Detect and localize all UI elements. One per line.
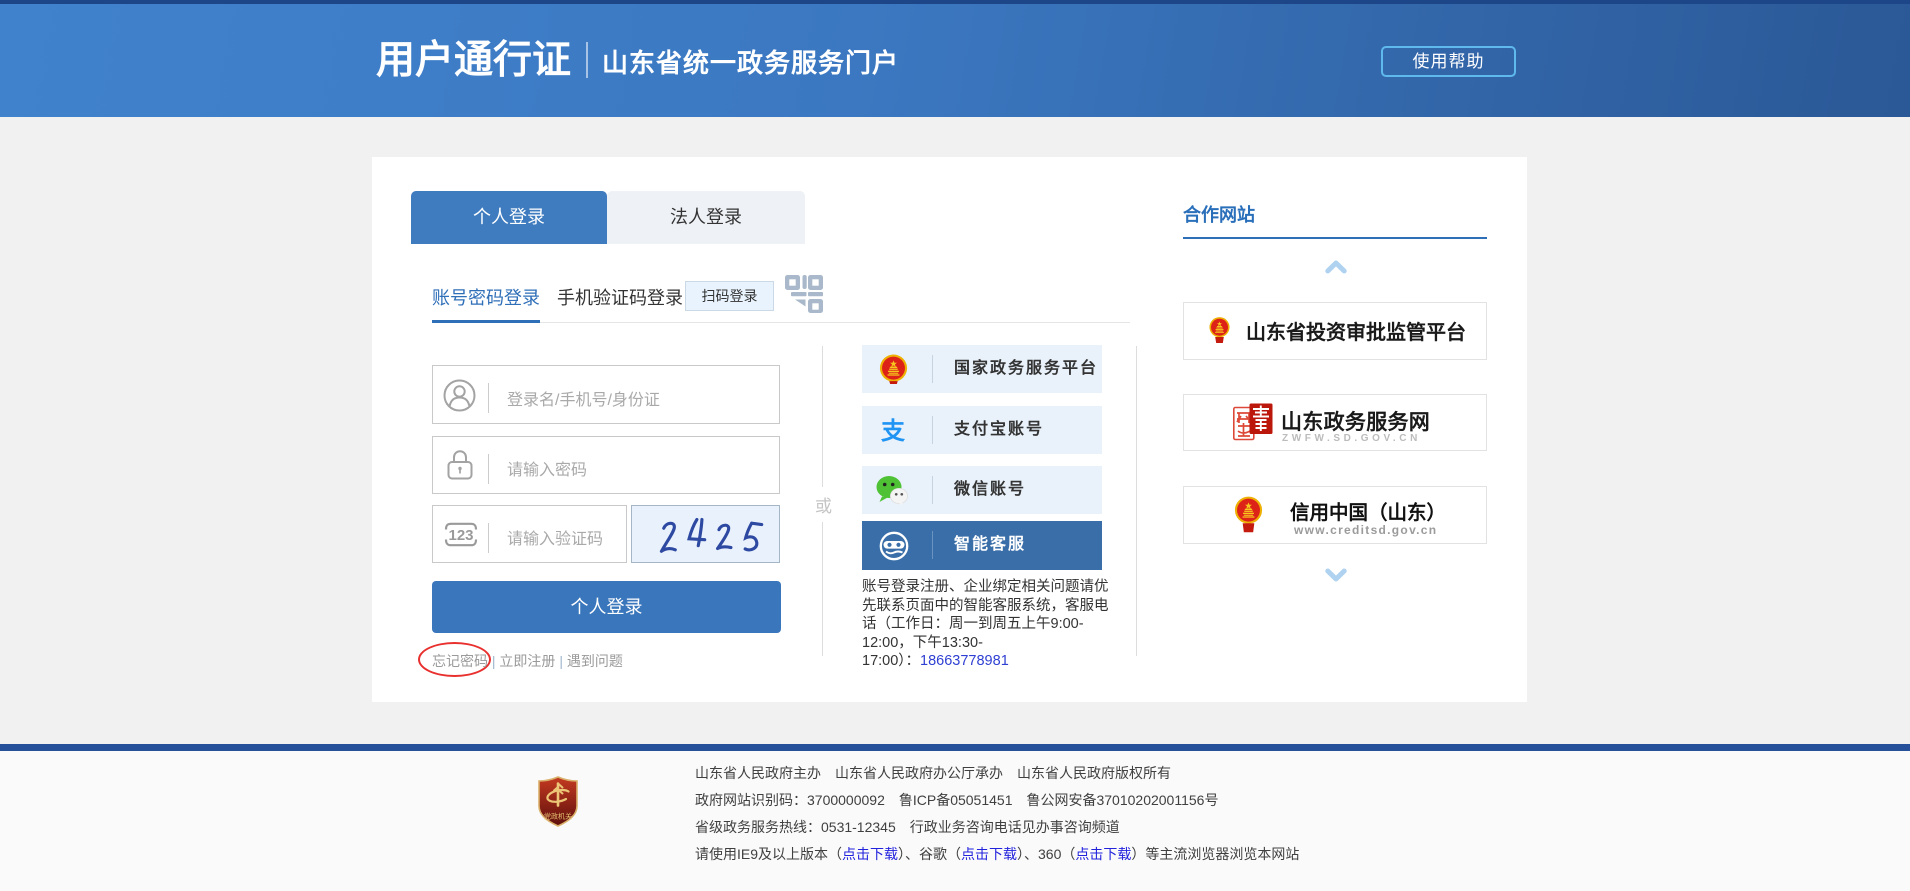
svg-text:党政机关: 党政机关: [544, 812, 572, 821]
svg-text:123: 123: [448, 527, 473, 544]
svg-text:支: 支: [881, 418, 906, 445]
